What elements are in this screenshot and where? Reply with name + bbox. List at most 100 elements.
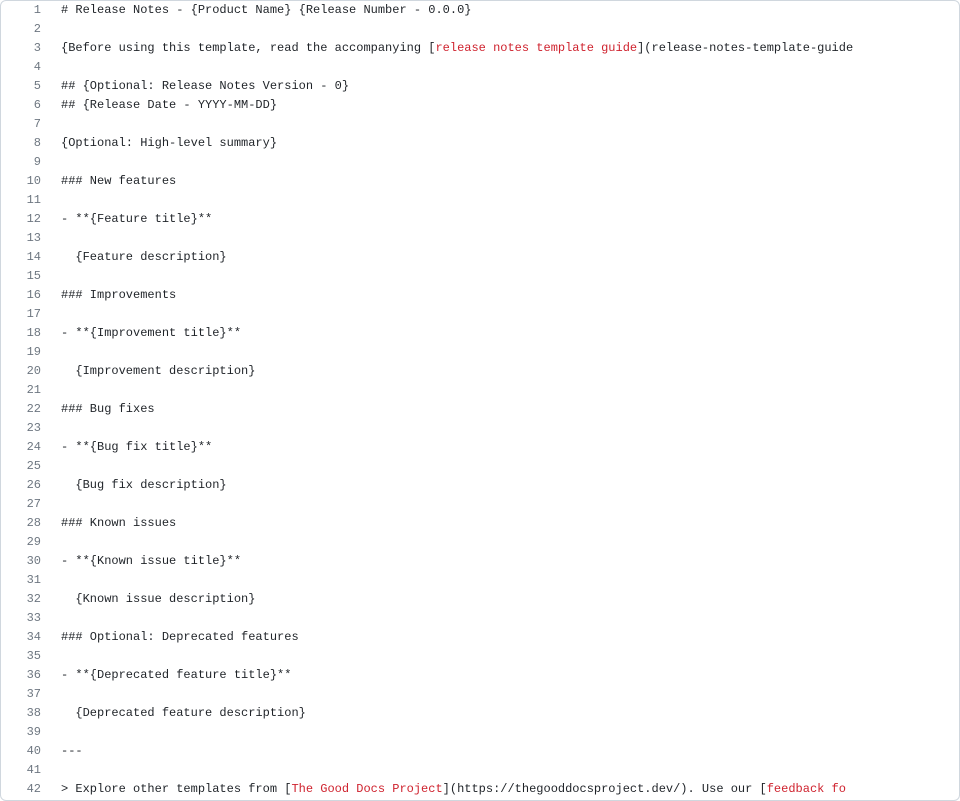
code-line[interactable]: 36- **{Deprecated feature title}**	[1, 666, 959, 685]
line-number[interactable]: 27	[1, 495, 51, 514]
code-line[interactable]: 5## {Optional: Release Notes Version - 0…	[1, 77, 959, 96]
code-line[interactable]: 2	[1, 20, 959, 39]
line-number[interactable]: 23	[1, 419, 51, 438]
code-line[interactable]: 16### Improvements	[1, 286, 959, 305]
line-content[interactable]: {Feature description}	[51, 248, 959, 267]
line-number[interactable]: 7	[1, 115, 51, 134]
line-number[interactable]: 33	[1, 609, 51, 628]
line-number[interactable]: 9	[1, 153, 51, 172]
line-number[interactable]: 2	[1, 20, 51, 39]
line-content[interactable]	[51, 229, 959, 248]
line-content[interactable]	[51, 419, 959, 438]
line-number[interactable]: 41	[1, 761, 51, 780]
code-line[interactable]: 42> Explore other templates from [The Go…	[1, 780, 959, 799]
line-content[interactable]	[51, 647, 959, 666]
line-number[interactable]: 15	[1, 267, 51, 286]
code-line[interactable]: 6## {Release Date - YYYY-MM-DD}	[1, 96, 959, 115]
code-line[interactable]: 12- **{Feature title}**	[1, 210, 959, 229]
line-number[interactable]: 36	[1, 666, 51, 685]
code-line[interactable]: 26 {Bug fix description}	[1, 476, 959, 495]
line-content[interactable]	[51, 457, 959, 476]
code-line[interactable]: 29	[1, 533, 959, 552]
code-line[interactable]: 20 {Improvement description}	[1, 362, 959, 381]
line-number[interactable]: 20	[1, 362, 51, 381]
line-content[interactable]: {Improvement description}	[51, 362, 959, 381]
line-content[interactable]: - **{Known issue title}**	[51, 552, 959, 571]
code-line[interactable]: 31	[1, 571, 959, 590]
code-line[interactable]: 21	[1, 381, 959, 400]
line-content[interactable]: - **{Feature title}**	[51, 210, 959, 229]
line-number[interactable]: 21	[1, 381, 51, 400]
line-number[interactable]: 11	[1, 191, 51, 210]
line-content[interactable]: {Optional: High-level summary}	[51, 134, 959, 153]
line-content[interactable]	[51, 685, 959, 704]
line-content[interactable]: ### Optional: Deprecated features	[51, 628, 959, 647]
line-number[interactable]: 25	[1, 457, 51, 476]
line-number[interactable]: 34	[1, 628, 51, 647]
code-line[interactable]: 30- **{Known issue title}**	[1, 552, 959, 571]
line-content[interactable]	[51, 20, 959, 39]
line-number[interactable]: 8	[1, 134, 51, 153]
line-content[interactable]	[51, 58, 959, 77]
line-content[interactable]	[51, 609, 959, 628]
line-content[interactable]: {Bug fix description}	[51, 476, 959, 495]
line-number[interactable]: 3	[1, 39, 51, 58]
line-content[interactable]: {Known issue description}	[51, 590, 959, 609]
code-line[interactable]: 37	[1, 685, 959, 704]
code-viewer[interactable]: 1# Release Notes - {Product Name} {Relea…	[0, 0, 960, 801]
line-number[interactable]: 10	[1, 172, 51, 191]
line-content[interactable]	[51, 153, 959, 172]
code-line[interactable]: 22### Bug fixes	[1, 400, 959, 419]
line-number[interactable]: 13	[1, 229, 51, 248]
line-content[interactable]: ### Bug fixes	[51, 400, 959, 419]
line-number[interactable]: 17	[1, 305, 51, 324]
code-line[interactable]: 8{Optional: High-level summary}	[1, 134, 959, 153]
line-content[interactable]	[51, 305, 959, 324]
line-number[interactable]: 32	[1, 590, 51, 609]
line-content[interactable]: ### Improvements	[51, 286, 959, 305]
line-content[interactable]: ## {Release Date - YYYY-MM-DD}	[51, 96, 959, 115]
code-line[interactable]: 38 {Deprecated feature description}	[1, 704, 959, 723]
line-number[interactable]: 40	[1, 742, 51, 761]
line-content[interactable]: ### Known issues	[51, 514, 959, 533]
line-number[interactable]: 30	[1, 552, 51, 571]
line-number[interactable]: 1	[1, 1, 51, 20]
line-number[interactable]: 42	[1, 780, 51, 799]
code-line[interactable]: 15	[1, 267, 959, 286]
line-number[interactable]: 24	[1, 438, 51, 457]
code-line[interactable]: 33	[1, 609, 959, 628]
line-number[interactable]: 5	[1, 77, 51, 96]
line-content[interactable]	[51, 381, 959, 400]
line-number[interactable]: 39	[1, 723, 51, 742]
code-line[interactable]: 25	[1, 457, 959, 476]
code-line[interactable]: 23	[1, 419, 959, 438]
code-line[interactable]: 13	[1, 229, 959, 248]
line-number[interactable]: 6	[1, 96, 51, 115]
line-number[interactable]: 31	[1, 571, 51, 590]
code-line[interactable]: 3{Before using this template, read the a…	[1, 39, 959, 58]
line-content[interactable]	[51, 533, 959, 552]
line-content[interactable]	[51, 191, 959, 210]
code-line[interactable]: 34### Optional: Deprecated features	[1, 628, 959, 647]
line-number[interactable]: 22	[1, 400, 51, 419]
code-line[interactable]: 4	[1, 58, 959, 77]
code-line[interactable]: 1# Release Notes - {Product Name} {Relea…	[1, 1, 959, 20]
code-line[interactable]: 17	[1, 305, 959, 324]
code-line[interactable]: 10### New features	[1, 172, 959, 191]
line-number[interactable]: 16	[1, 286, 51, 305]
line-content[interactable]	[51, 723, 959, 742]
line-number[interactable]: 4	[1, 58, 51, 77]
code-line[interactable]: 11	[1, 191, 959, 210]
code-line[interactable]: 9	[1, 153, 959, 172]
line-number[interactable]: 12	[1, 210, 51, 229]
line-content[interactable]: # Release Notes - {Product Name} {Releas…	[51, 1, 959, 20]
line-number[interactable]: 29	[1, 533, 51, 552]
line-content[interactable]: > Explore other templates from [The Good…	[51, 780, 959, 799]
line-number[interactable]: 18	[1, 324, 51, 343]
code-line[interactable]: 40---	[1, 742, 959, 761]
code-line[interactable]: 32 {Known issue description}	[1, 590, 959, 609]
line-number[interactable]: 26	[1, 476, 51, 495]
code-line[interactable]: 14 {Feature description}	[1, 248, 959, 267]
line-number[interactable]: 14	[1, 248, 51, 267]
line-content[interactable]	[51, 495, 959, 514]
